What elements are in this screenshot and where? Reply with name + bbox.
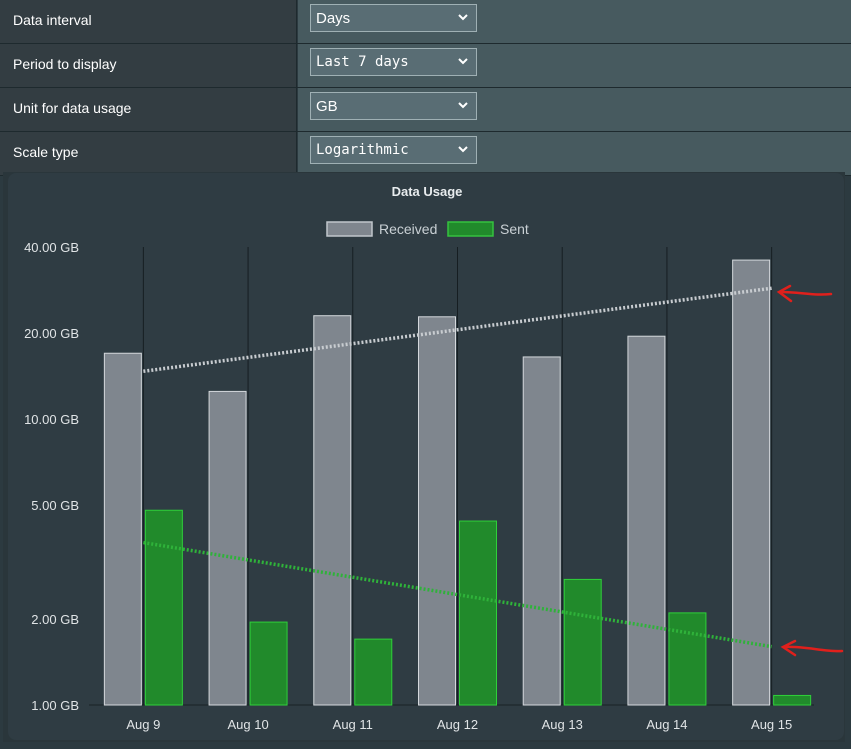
chart-title: Data Usage <box>392 184 463 199</box>
legend-swatch-sent <box>447 221 494 237</box>
x-tick-label: Aug 9 <box>126 717 160 732</box>
x-tick-label: Aug 10 <box>227 717 268 732</box>
bar-received-aug-10[interactable] <box>208 390 247 706</box>
y-tick-label: 20.00 GB <box>24 326 79 341</box>
bar-sent-aug-13[interactable] <box>563 578 602 706</box>
bar-received-aug-14[interactable] <box>627 335 666 706</box>
x-tick-label: Aug 15 <box>751 717 792 732</box>
data-usage-chart: Data Usage Received Sent 40.00 GB 20.00 GB 10… <box>24 184 844 732</box>
legend-swatch-received <box>326 221 373 237</box>
legend-label-received: Received <box>379 221 437 237</box>
x-tick-label: Aug 13 <box>542 717 583 732</box>
bar-sent-aug-10[interactable] <box>249 621 288 706</box>
x-tick-label: Aug 12 <box>437 717 478 732</box>
y-tick-label: 1.00 GB <box>31 698 79 713</box>
y-tick-label: 2.00 GB <box>31 612 79 627</box>
bar-received-aug-15[interactable] <box>732 259 771 706</box>
bar-received-aug-13[interactable] <box>522 356 561 706</box>
y-tick-label: 5.00 GB <box>31 498 79 513</box>
bar-sent-aug-9[interactable] <box>144 509 183 706</box>
red-arrow-annotation <box>776 284 833 303</box>
bar-sent-aug-15[interactable] <box>773 694 812 706</box>
y-tick-label: 10.00 GB <box>24 412 79 427</box>
bar-received-aug-9[interactable] <box>103 352 142 706</box>
bar-received-aug-11[interactable] <box>313 315 352 706</box>
legend-label-sent: Sent <box>500 221 529 237</box>
red-arrow-annotation <box>780 639 844 657</box>
bar-sent-aug-11[interactable] <box>354 638 393 706</box>
bar-received-aug-12[interactable] <box>418 316 456 706</box>
bar-sent-aug-12[interactable] <box>459 520 497 706</box>
x-tick-label: Aug 11 <box>333 717 373 732</box>
y-tick-label: 40.00 GB <box>24 240 79 255</box>
bar-sent-aug-14[interactable] <box>668 612 707 706</box>
x-tick-label: Aug 14 <box>646 717 687 732</box>
